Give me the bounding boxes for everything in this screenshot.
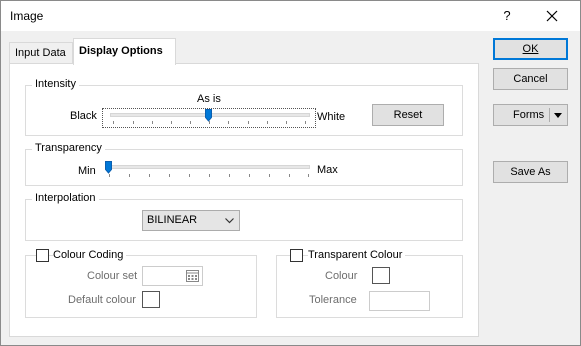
transparency-tick bbox=[308, 174, 309, 177]
intensity-slider-thumb[interactable] bbox=[205, 109, 212, 122]
transparent-colour-checkbox[interactable] bbox=[290, 249, 303, 262]
close-icon bbox=[546, 10, 558, 22]
calendar-icon[interactable] bbox=[186, 270, 199, 282]
intensity-tick bbox=[152, 121, 153, 124]
forms-button-label: Forms bbox=[513, 109, 545, 121]
ok-button[interactable]: OK bbox=[493, 38, 568, 60]
transparency-max-label: Max bbox=[317, 164, 338, 176]
intensity-tick bbox=[113, 121, 114, 124]
interpolation-group-label: Interpolation bbox=[32, 192, 99, 204]
intensity-tick bbox=[267, 121, 268, 124]
tab-display-options[interactable]: Display Options bbox=[73, 38, 176, 65]
default-colour-label: Default colour bbox=[68, 294, 136, 306]
intensity-tick bbox=[190, 121, 191, 124]
intensity-tick bbox=[209, 121, 210, 124]
tolerance-field[interactable] bbox=[369, 291, 430, 311]
forms-button[interactable]: Forms bbox=[493, 104, 568, 126]
reset-button[interactable]: Reset bbox=[372, 104, 444, 126]
transparency-slider-track[interactable] bbox=[106, 165, 310, 169]
interpolation-select[interactable]: BILINEAR bbox=[142, 210, 240, 231]
colour-coding-checkbox[interactable] bbox=[36, 249, 49, 262]
close-button[interactable] bbox=[541, 6, 563, 26]
colour-coding-label[interactable]: Colour Coding bbox=[53, 249, 127, 261]
transparency-slider-thumb[interactable] bbox=[105, 161, 112, 174]
intensity-white-label: White bbox=[317, 111, 346, 123]
display-options-panel: Intensity Black As is White Reset Transp… bbox=[9, 63, 479, 337]
transparent-colour-label[interactable]: Transparent Colour bbox=[308, 249, 406, 261]
intensity-tick bbox=[286, 121, 287, 124]
tab-input-data[interactable]: Input Data bbox=[9, 42, 73, 64]
help-button[interactable]: ? bbox=[499, 7, 515, 25]
intensity-as-is-label: As is bbox=[197, 93, 221, 105]
interpolation-select-value: BILINEAR bbox=[147, 214, 198, 226]
intensity-group-label: Intensity bbox=[32, 78, 79, 90]
transparency-tick bbox=[189, 174, 190, 177]
save-as-button-label: Save As bbox=[510, 166, 551, 178]
tolerance-label: Tolerance bbox=[309, 294, 357, 306]
forms-split-separator bbox=[549, 108, 550, 122]
transparent-colour-colour-label: Colour bbox=[325, 270, 358, 282]
interpolation-group: Interpolation bbox=[25, 192, 463, 241]
transparency-tick bbox=[129, 174, 130, 177]
window-title: Image bbox=[10, 9, 44, 23]
intensity-tick bbox=[248, 121, 249, 124]
cancel-button[interactable]: Cancel bbox=[493, 68, 568, 90]
title-bar: Image ? bbox=[1, 1, 580, 31]
transparency-tick bbox=[229, 174, 230, 177]
image-dialog: Image ? Input Data Display Options Inten… bbox=[0, 0, 581, 346]
intensity-tick bbox=[305, 121, 306, 124]
transparency-tick bbox=[109, 174, 110, 177]
colour-set-label: Colour set bbox=[87, 270, 138, 282]
transparency-min-label: Min bbox=[78, 165, 96, 177]
forms-dropdown-icon[interactable] bbox=[554, 113, 562, 118]
save-as-button[interactable]: Save As bbox=[493, 161, 568, 183]
slider-thumb-icon bbox=[105, 161, 112, 174]
transparency-group-label: Transparency bbox=[32, 142, 105, 154]
transparent-colour-swatch[interactable] bbox=[372, 267, 390, 284]
cancel-button-label: Cancel bbox=[513, 73, 548, 85]
transparency-tick bbox=[269, 174, 270, 177]
transparency-tick bbox=[209, 174, 210, 177]
transparency-tick bbox=[149, 174, 150, 177]
ok-button-label: OK bbox=[522, 43, 539, 55]
intensity-tick bbox=[228, 121, 229, 124]
colour-set-field[interactable] bbox=[142, 266, 203, 286]
default-colour-swatch[interactable] bbox=[142, 291, 160, 308]
intensity-tick bbox=[171, 121, 172, 124]
intensity-black-label: Black bbox=[70, 110, 97, 122]
chevron-down-icon bbox=[225, 218, 234, 224]
transparency-tick bbox=[289, 174, 290, 177]
transparency-tick bbox=[249, 174, 250, 177]
transparency-tick bbox=[169, 174, 170, 177]
intensity-tick bbox=[133, 121, 134, 124]
colour-coding-group bbox=[25, 255, 257, 318]
